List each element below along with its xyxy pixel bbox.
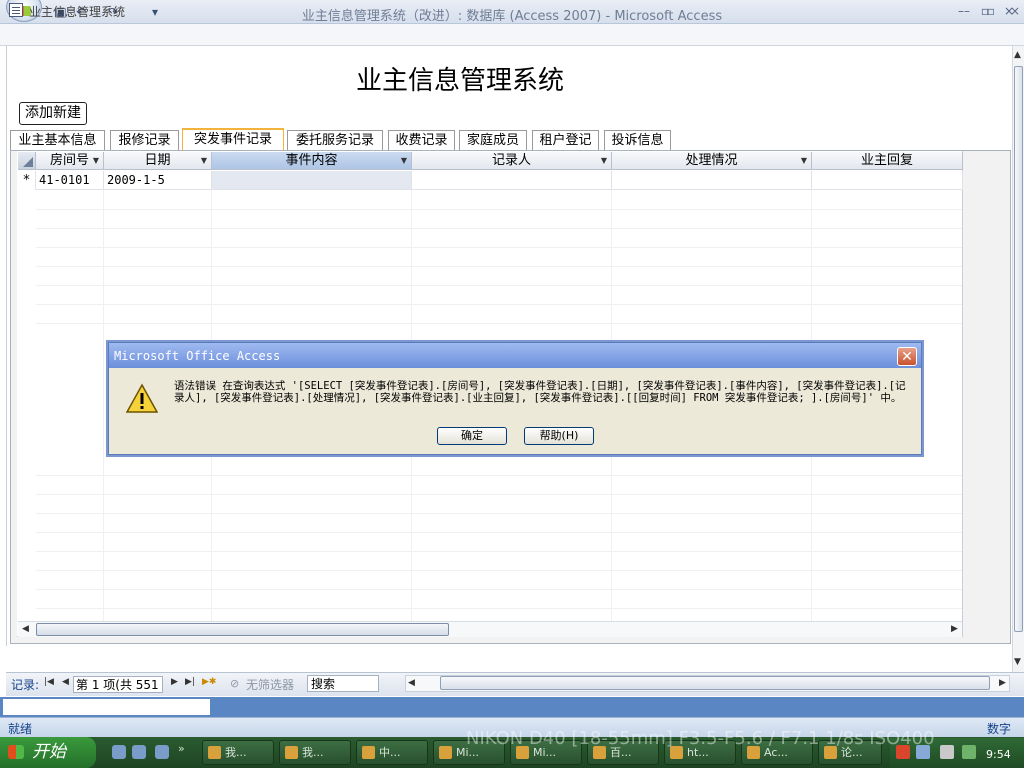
tab-repair-records[interactable]: 报修记录 <box>110 130 179 151</box>
no-filter-indicator[interactable]: 无筛选器 <box>246 676 294 693</box>
form-minimize-button[interactable]: – <box>958 2 976 20</box>
warning-icon <box>126 383 158 413</box>
tab-complaints[interactable]: 投诉信息 <box>604 130 671 151</box>
status-text: 就绪 <box>8 722 33 736</box>
last-record-icon[interactable]: ▶| <box>185 677 195 687</box>
cell-owner-reply[interactable] <box>812 171 963 190</box>
tab-emergency-records[interactable]: 突发事件记录 <box>182 128 284 151</box>
form-icon <box>9 3 23 17</box>
column-header-room-no[interactable]: 房间号 ▼ <box>36 152 104 170</box>
column-header-label: 日期 <box>144 153 171 168</box>
dropdown-arrow-icon[interactable]: ▼ <box>93 152 99 170</box>
record-label: 记录: <box>11 678 40 692</box>
taskbar-item[interactable]: 中... <box>356 740 428 765</box>
filter-icon[interactable]: ⊘ <box>230 677 239 690</box>
scroll-down-icon[interactable]: ▼ <box>1014 657 1021 667</box>
column-header-owner-reply[interactable]: 业主回复 <box>812 152 963 170</box>
dropdown-arrow-icon[interactable]: ▼ <box>201 152 207 170</box>
grid-line <box>36 247 962 248</box>
grid-line <box>36 285 962 286</box>
scroll-right-icon[interactable]: ▶ <box>951 624 958 634</box>
taskbar-item[interactable]: 我... <box>202 740 274 765</box>
column-header-recorder[interactable]: 记录人 ▼ <box>412 152 612 170</box>
form-caption: 业主信息管理系统 <box>29 5 126 19</box>
first-record-icon[interactable]: |◀ <box>44 677 54 687</box>
cell-event-content[interactable] <box>212 171 412 190</box>
form-restore-button[interactable]: ▫ <box>982 2 1000 20</box>
grid-line <box>36 266 962 267</box>
form-horizontal-scroll-thumb[interactable] <box>440 676 990 690</box>
add-new-button[interactable]: 添加新建 <box>19 102 87 125</box>
tab-owner-basic-info[interactable]: 业主基本信息 <box>10 130 105 151</box>
column-header-label: 事件内容 <box>285 153 338 168</box>
clock: 9:54 <box>986 748 1011 761</box>
num-lock-indicator: 数字 <box>987 722 1012 736</box>
previous-record-icon[interactable]: ◀ <box>62 677 69 687</box>
camera-watermark: NIKON D40 [18-55mm] F3.5-F5.6 / F7.1 1/8… <box>466 728 935 749</box>
dialog-close-icon[interactable]: ✕ <box>897 347 917 366</box>
column-header-date[interactable]: 日期 ▼ <box>104 152 212 170</box>
grid-line <box>36 494 962 495</box>
grid-line <box>36 209 962 210</box>
column-header-handling[interactable]: 处理情况 ▼ <box>612 152 812 170</box>
current-record-field[interactable]: 第 1 项(共 551 项) <box>73 676 163 693</box>
form-close-button[interactable]: × <box>1006 2 1024 20</box>
tab-fee-records[interactable]: 收费记录 <box>388 130 455 151</box>
column-header-event-content[interactable]: 事件内容 ▼ <box>212 152 412 170</box>
select-all-corner[interactable] <box>18 152 36 170</box>
grid-line <box>36 228 962 229</box>
quick-launch-icon[interactable] <box>155 745 169 759</box>
column-header-label: 处理情况 <box>685 153 738 168</box>
scroll-left-icon[interactable]: ◀ <box>408 678 415 688</box>
windows-logo-icon <box>8 745 24 759</box>
help-button[interactable]: 帮助(H) <box>524 427 594 445</box>
dropdown-arrow-icon[interactable]: ▼ <box>401 152 407 170</box>
dialog-message: 语法错误 在查询表达式 '[SELECT [突发事件登记表].[房间号], [突… <box>174 380 906 404</box>
cell-date[interactable]: 2009-1-5 <box>104 171 212 190</box>
ok-button[interactable]: 确定 <box>437 427 507 445</box>
grid-line <box>36 304 962 305</box>
subform-scroll-thumb[interactable] <box>36 623 449 636</box>
form-vertical-scroll-thumb[interactable] <box>1014 66 1023 632</box>
page-title: 业主信息管理系统 <box>355 66 564 96</box>
next-record-icon[interactable]: ▶ <box>171 677 178 687</box>
tab-entrusted-service-records[interactable]: 委托服务记录 <box>287 130 383 151</box>
grid-line <box>36 589 962 590</box>
dropdown-arrow-icon[interactable]: ▼ <box>801 152 807 170</box>
grid-line <box>36 475 962 476</box>
dropdown-arrow-icon[interactable]: ▼ <box>601 152 607 170</box>
tab-family-members[interactable]: 家庭成员 <box>459 130 527 151</box>
grid-line <box>36 551 962 552</box>
grid-line <box>36 608 962 609</box>
column-header-label: 业主回复 <box>860 153 913 168</box>
tab-tenant-registration[interactable]: 租户登记 <box>532 130 599 151</box>
new-record-marker[interactable]: * <box>18 171 36 190</box>
grid-line <box>36 570 962 571</box>
quick-launch-icon[interactable] <box>112 745 126 759</box>
scroll-left-icon[interactable]: ◀ <box>22 624 29 634</box>
cell-recorder[interactable] <box>412 171 612 190</box>
tray-ime-icon[interactable] <box>962 745 976 759</box>
column-header-label: 记录人 <box>491 153 531 168</box>
grid-line <box>36 323 962 324</box>
more-chevron-icon[interactable]: » <box>178 742 185 755</box>
column-header-label: 房间号 <box>49 153 89 168</box>
form-caption-bar <box>0 24 1024 46</box>
dialog-title: Microsoft Office Access <box>114 349 281 363</box>
new-record-icon[interactable]: ▶✱ <box>202 677 216 687</box>
scroll-right-icon[interactable]: ▶ <box>999 678 1006 688</box>
tray-volume-icon[interactable] <box>940 745 954 759</box>
cell-handling[interactable] <box>612 171 812 190</box>
grid-line <box>103 190 104 622</box>
taskbar-item[interactable]: 我... <box>279 740 351 765</box>
customize-quick-access-icon[interactable]: ▾ <box>148 5 162 19</box>
grid-line <box>36 532 962 533</box>
search-input[interactable]: 搜索 <box>307 675 379 692</box>
scroll-up-icon[interactable]: ▲ <box>1014 50 1021 60</box>
quick-launch-icon[interactable] <box>132 745 146 759</box>
cell-room-no[interactable]: 41-0101 <box>36 171 104 190</box>
empty-field <box>3 699 210 715</box>
grid-line <box>36 513 962 514</box>
